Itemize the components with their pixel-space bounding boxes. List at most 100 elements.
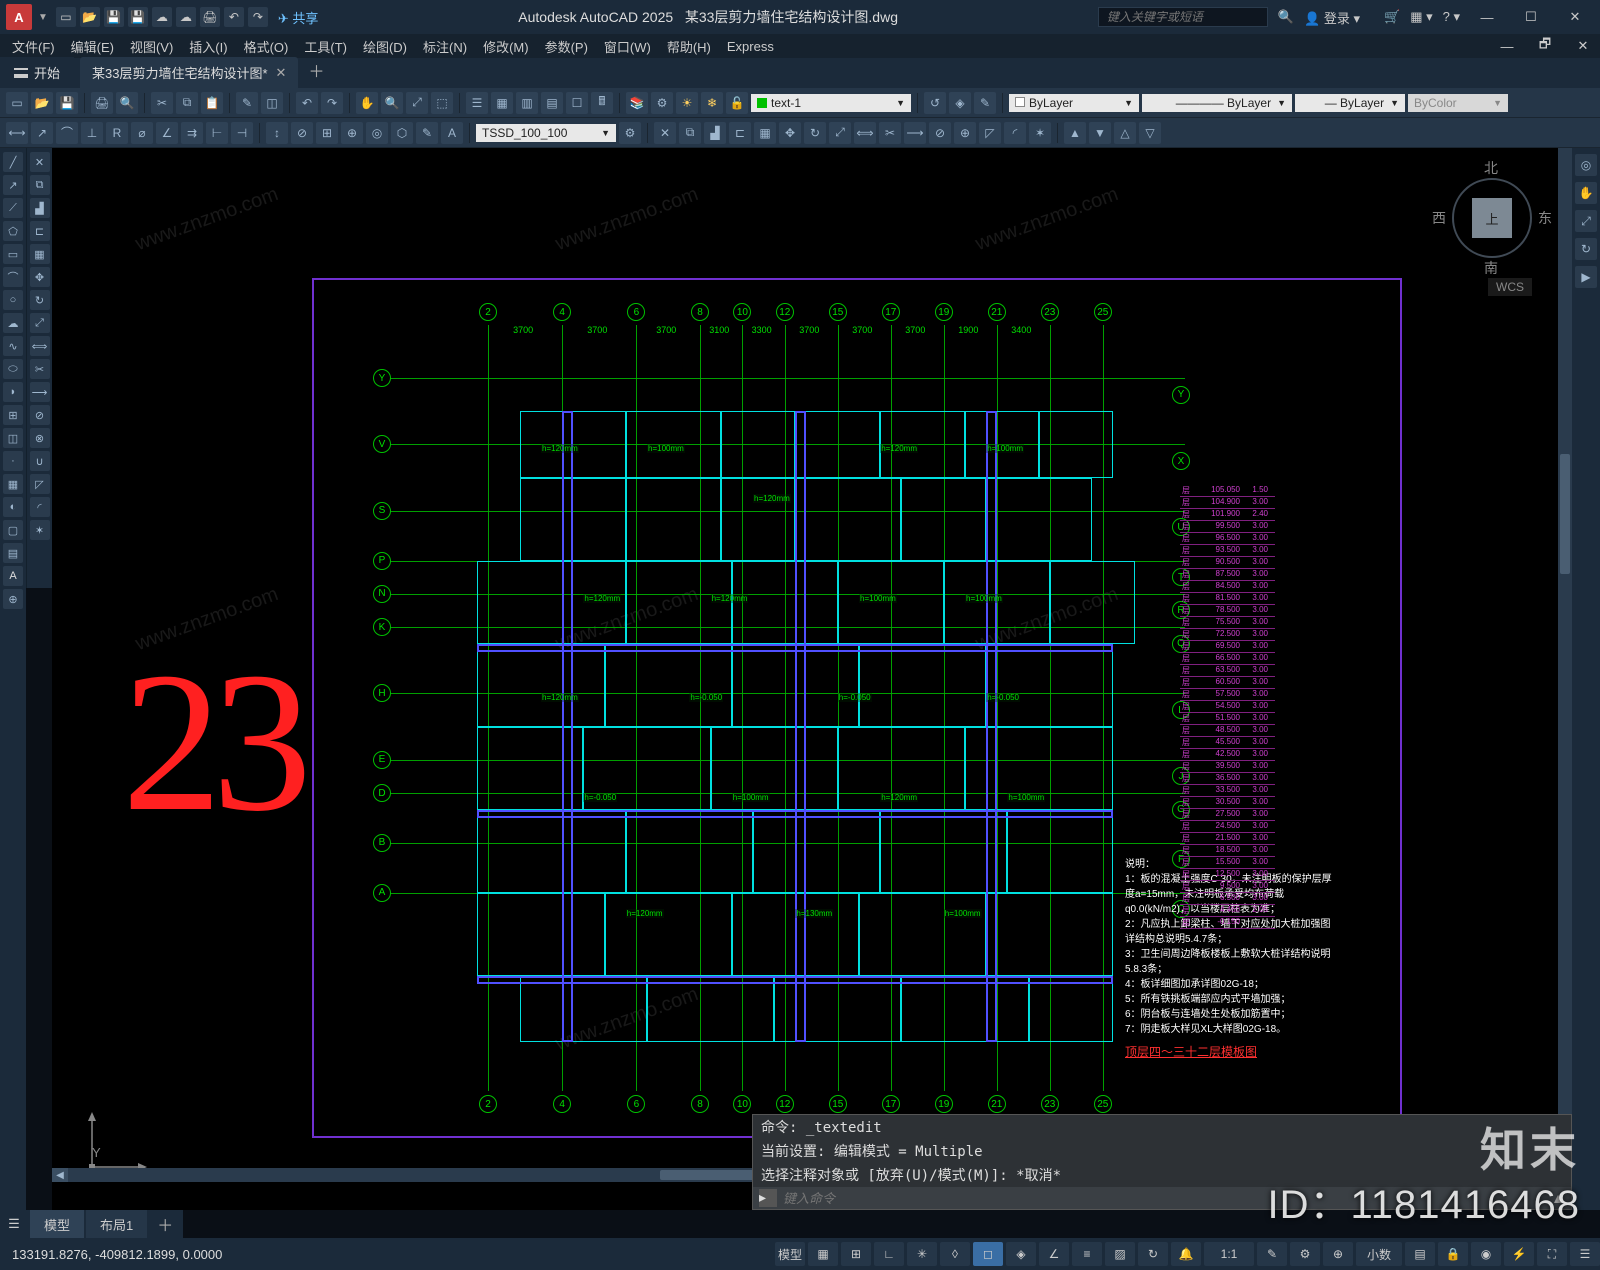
lineweight-dropdown[interactable]: — ByLayer▼: [1295, 94, 1405, 112]
dim-ordinate-icon[interactable]: ⊥: [81, 122, 103, 144]
layer-on-icon[interactable]: ☀: [676, 92, 698, 114]
doc-restore-button[interactable]: 🗗: [1528, 34, 1562, 58]
m-offset-icon[interactable]: ⊏: [30, 221, 50, 241]
customize-status-icon[interactable]: ☰: [1570, 1242, 1600, 1266]
menu-draw[interactable]: 绘图(D): [357, 35, 413, 58]
dim-space-icon[interactable]: ↕: [266, 122, 288, 144]
dim-radius-icon[interactable]: R: [106, 122, 128, 144]
app-menu-caret[interactable]: ▼: [38, 12, 48, 23]
dim-baseline-icon[interactable]: ⊢: [206, 122, 228, 144]
jog-icon[interactable]: ⬡: [391, 122, 413, 144]
m-array-icon[interactable]: ▦: [30, 244, 50, 264]
menu-dimension[interactable]: 标注(N): [417, 35, 473, 58]
quickprops-icon[interactable]: ▤: [1405, 1242, 1435, 1266]
units-display[interactable]: 小数: [1356, 1242, 1402, 1266]
new-tab-button[interactable]: ＋: [298, 52, 334, 88]
layout-menu-icon[interactable]: ☰: [0, 1216, 28, 1232]
mod-chamfer-icon[interactable]: ◸: [979, 122, 1001, 144]
tb-props-icon[interactable]: ☰: [466, 92, 488, 114]
m-erase-icon[interactable]: ✕: [30, 152, 50, 172]
dimstyle-mgr-icon[interactable]: ⚙: [619, 122, 641, 144]
m-scale-icon[interactable]: ⤢: [30, 313, 50, 333]
draworder-back-icon[interactable]: ▼: [1089, 122, 1111, 144]
dim-linear-icon[interactable]: ⟷: [6, 122, 28, 144]
lock-ui-icon[interactable]: 🔒: [1438, 1242, 1468, 1266]
minimize-button[interactable]: —: [1470, 5, 1504, 29]
tb-open-icon[interactable]: 📂: [31, 92, 53, 114]
layer-prev-icon[interactable]: ↺: [924, 92, 946, 114]
tb-cut-icon[interactable]: ✂: [151, 92, 173, 114]
dim-angular-icon[interactable]: ∠: [156, 122, 178, 144]
mod-copy-icon[interactable]: ⧉: [679, 122, 701, 144]
color-dropdown[interactable]: ByLayer▼: [1009, 94, 1139, 112]
tb-zoom-ext-icon[interactable]: ⤢: [406, 92, 428, 114]
login-button[interactable]: 👤 登录 ▾: [1304, 8, 1360, 27]
menu-parametric[interactable]: 参数(P): [539, 35, 594, 58]
compass-west[interactable]: 西: [1432, 208, 1446, 228]
snap-toggle-icon[interactable]: ⊞: [841, 1242, 871, 1266]
doc-minimize-button[interactable]: —: [1490, 34, 1524, 58]
vertical-scrollbar[interactable]: [1558, 148, 1572, 1168]
start-tab[interactable]: 开始: [0, 57, 74, 88]
scroll-left-icon[interactable]: ◀: [52, 1168, 68, 1182]
cycling-toggle-icon[interactable]: ↻: [1138, 1242, 1168, 1266]
compass-east[interactable]: 东: [1538, 208, 1552, 228]
otrack-toggle-icon[interactable]: ∠: [1039, 1242, 1069, 1266]
osnap-toggle-icon[interactable]: ◻: [973, 1242, 1003, 1266]
dim-edit-icon[interactable]: ✎: [416, 122, 438, 144]
menu-express[interactable]: Express: [721, 37, 780, 56]
mod-scale-icon[interactable]: ⤢: [829, 122, 851, 144]
dim-break-icon[interactable]: ⊘: [291, 122, 313, 144]
annotation-toggle-icon[interactable]: ✎: [1257, 1242, 1287, 1266]
help-search-input[interactable]: [1098, 7, 1268, 27]
isolate-icon[interactable]: ◉: [1471, 1242, 1501, 1266]
drawing-tab[interactable]: 某33层剪力墙住宅结构设计图* ✕: [80, 57, 298, 88]
tb-save-icon[interactable]: 💾: [56, 92, 78, 114]
anno-monitor-icon[interactable]: ⊕: [1323, 1242, 1353, 1266]
modelspace-toggle[interactable]: 模型: [775, 1242, 805, 1266]
nav-wheel-icon[interactable]: ◎: [1575, 154, 1597, 176]
share-button[interactable]: ✈ 共享: [278, 8, 319, 27]
layer-freeze-icon[interactable]: ❄: [701, 92, 723, 114]
make-block-icon[interactable]: ◫: [3, 428, 23, 448]
polygon-icon[interactable]: ⬠: [3, 221, 23, 241]
grid-toggle-icon[interactable]: ▦: [808, 1242, 838, 1266]
menu-modify[interactable]: 修改(M): [477, 35, 535, 58]
m-trim-icon[interactable]: ✂: [30, 359, 50, 379]
mod-mirror-icon[interactable]: ▟: [704, 122, 726, 144]
add-layout-button[interactable]: ＋: [147, 1207, 183, 1241]
nav-showmotion-icon[interactable]: ▶: [1575, 266, 1597, 288]
circle-icon[interactable]: ○: [3, 290, 23, 310]
redo-icon[interactable]: ↷: [248, 7, 268, 27]
mtext-icon[interactable]: A: [3, 566, 23, 586]
tb-zoom-icon[interactable]: 🔍: [381, 92, 403, 114]
dim-aligned-icon[interactable]: ↗: [31, 122, 53, 144]
draworder-front-icon[interactable]: ▲: [1064, 122, 1086, 144]
mod-explode-icon[interactable]: ✶: [1029, 122, 1051, 144]
tb-plot-icon[interactable]: 🖨: [91, 92, 113, 114]
doc-close-button[interactable]: ✕: [1566, 34, 1600, 58]
linetype-dropdown[interactable]: ———— ByLayer▼: [1142, 94, 1292, 112]
layer-states-icon[interactable]: ⚙: [651, 92, 673, 114]
layer-iso-icon[interactable]: ◈: [949, 92, 971, 114]
viewcube-face[interactable]: 上: [1472, 198, 1512, 238]
mod-array-icon[interactable]: ▦: [754, 122, 776, 144]
mod-trim-icon[interactable]: ✂: [879, 122, 901, 144]
menu-file[interactable]: 文件(F): [6, 35, 61, 58]
mod-stretch-icon[interactable]: ⟺: [854, 122, 876, 144]
polyline-icon[interactable]: ⟋: [3, 198, 23, 218]
m-join-icon[interactable]: ∪: [30, 451, 50, 471]
dim-continue-icon[interactable]: ⊣: [231, 122, 253, 144]
m-break-pt-icon[interactable]: ⊘: [30, 405, 50, 425]
dim-arc-icon[interactable]: ⌒: [56, 122, 78, 144]
inspect-icon[interactable]: ◎: [366, 122, 388, 144]
hatch-icon[interactable]: ▦: [3, 474, 23, 494]
menu-window[interactable]: 窗口(W): [598, 35, 657, 58]
addsel-icon[interactable]: ⊕: [3, 589, 23, 609]
scale-dropdown[interactable]: 1:1: [1204, 1242, 1254, 1266]
tb-sheet-icon[interactable]: ▤: [541, 92, 563, 114]
lwt-toggle-icon[interactable]: ≡: [1072, 1242, 1102, 1266]
point-icon[interactable]: ·: [3, 451, 23, 471]
tb-block-icon[interactable]: ◫: [261, 92, 283, 114]
tb-undo-icon[interactable]: ↶: [296, 92, 318, 114]
